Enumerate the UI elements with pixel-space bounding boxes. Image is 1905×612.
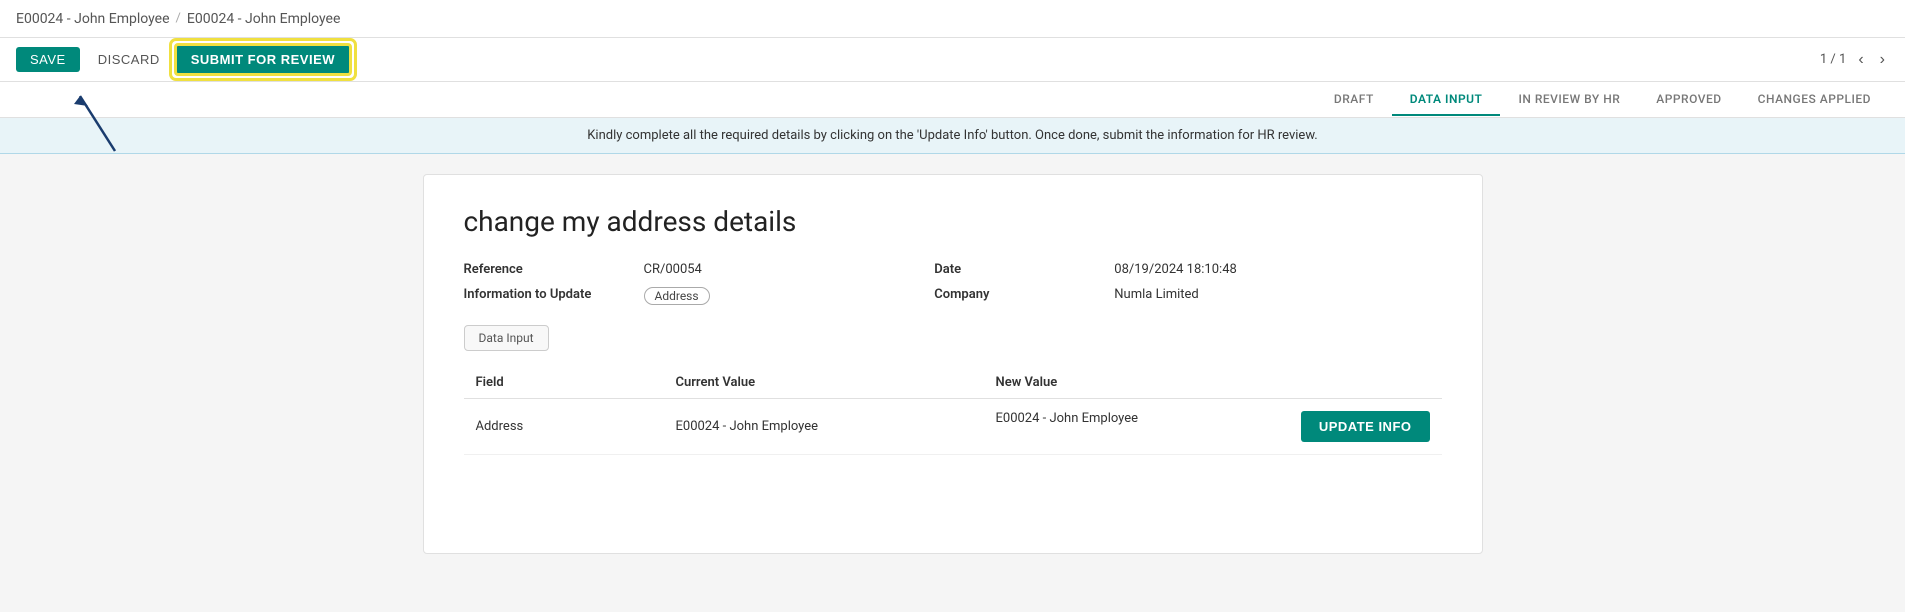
current-value-cell: E00024 - John Employee [664,399,984,455]
col-field-header: Field [464,367,664,399]
status-step-approved[interactable]: APPROVED [1638,84,1739,116]
tab-section: Data Input Field Current Value New Value… [464,325,1442,455]
save-button[interactable]: SAVE [16,47,80,72]
status-steps: DRAFTDATA INPUTIN REVIEW BY HRAPPROVEDCH… [1316,84,1889,116]
breadcrumb-part1[interactable]: E00024 - John Employee [16,11,170,27]
info-to-update-value: Address [644,287,915,305]
breadcrumb-part2: E00024 - John Employee [187,11,341,27]
pagination-next-button[interactable]: › [1876,49,1889,71]
form-card: change my address details Reference CR/0… [423,174,1483,554]
action-bar: SAVE DISCARD SUBMIT FOR REVIEW 1 / 1 ‹ › [0,38,1905,82]
field-cell: Address [464,399,664,455]
info-banner-text: Kindly complete all the required details… [587,128,1318,143]
breadcrumb-bar: E00024 - John Employee / E00024 - John E… [0,0,1905,38]
col-current-header: Current Value [664,367,984,399]
submit-review-wrapper: SUBMIT FOR REVIEW [174,43,352,76]
form-title: change my address details [464,205,1442,238]
reference-value: CR/00054 [644,262,915,277]
company-label: Company [934,287,1094,305]
main-content: change my address details Reference CR/0… [0,154,1905,574]
data-table: Field Current Value New Value Address E0… [464,367,1442,455]
date-value: 08/19/2024 18:10:48 [1114,262,1441,277]
address-tag: Address [644,287,710,305]
status-bar: DRAFTDATA INPUTIN REVIEW BY HRAPPROVEDCH… [0,82,1905,118]
data-input-tab[interactable]: Data Input [464,325,549,351]
new-value-cell: E00024 - John Employee UPDATE INFO [984,399,1442,455]
pagination-area: 1 / 1 ‹ › [1820,49,1889,71]
table-row: Address E00024 - John Employee E00024 - … [464,399,1442,455]
company-value: Numla Limited [1114,287,1441,305]
pagination-text: 1 / 1 [1820,52,1846,67]
breadcrumb-separator: / [176,11,181,26]
submit-for-review-button[interactable]: SUBMIT FOR REVIEW [174,43,352,76]
update-info-button[interactable]: UPDATE INFO [1301,411,1430,442]
info-banner: Kindly complete all the required details… [0,118,1905,154]
info-to-update-label: Information to Update [464,287,624,305]
col-new-header: New Value [984,367,1442,399]
pagination-prev-button[interactable]: ‹ [1854,49,1867,71]
meta-grid: Reference CR/00054 Date 08/19/2024 18:10… [464,262,1442,305]
status-step-changes-applied[interactable]: CHANGES APPLIED [1740,84,1889,116]
reference-label: Reference [464,262,624,277]
status-step-data-input[interactable]: DATA INPUT [1392,84,1501,116]
status-step-in-review-by-hr[interactable]: IN REVIEW BY HR [1500,84,1638,116]
status-step-draft[interactable]: DRAFT [1316,84,1392,116]
discard-button[interactable]: DISCARD [88,47,170,72]
date-label: Date [934,262,1094,277]
